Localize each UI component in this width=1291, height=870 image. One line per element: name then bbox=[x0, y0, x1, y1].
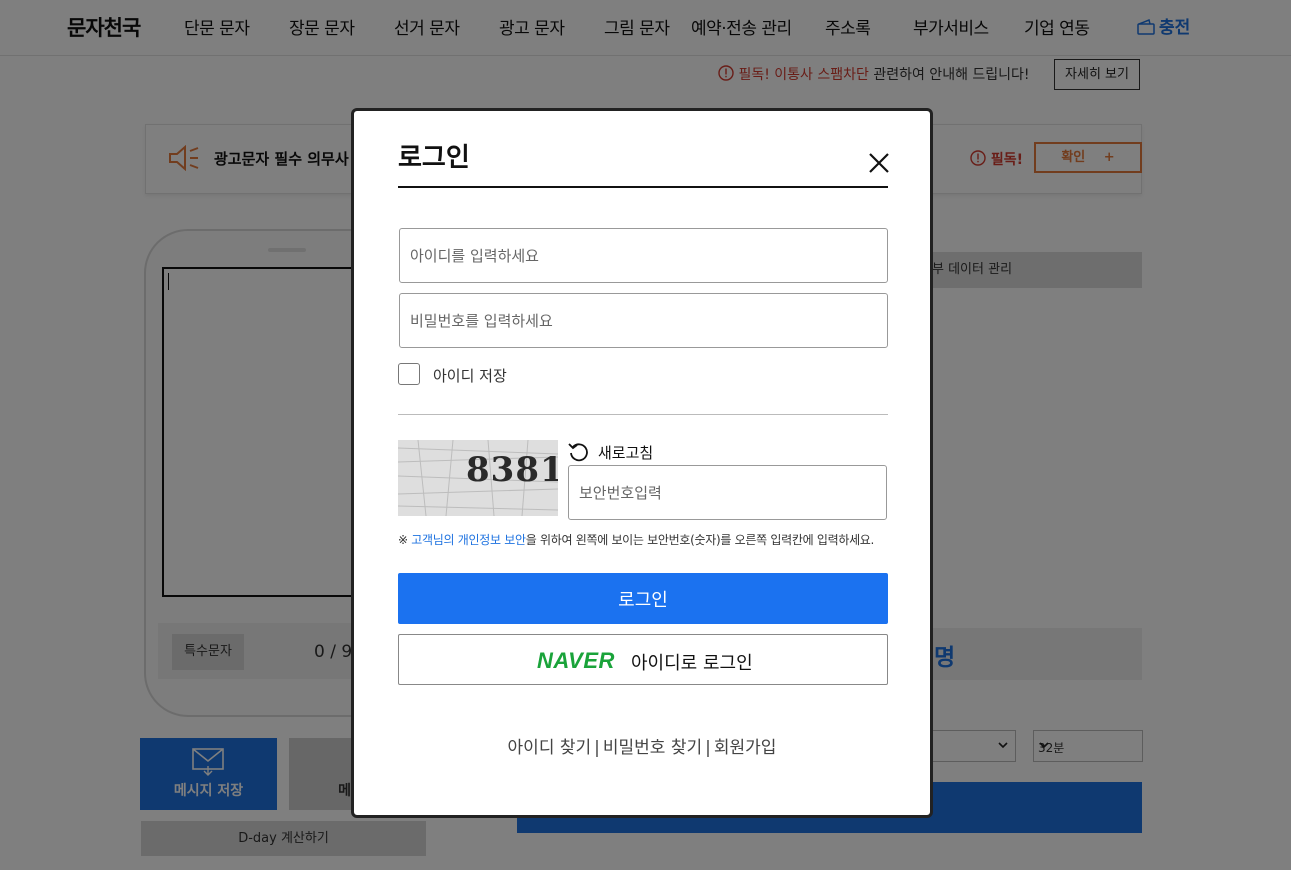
naver-login-label: 아이디로 로그인 bbox=[631, 653, 753, 674]
remember-id-checkbox[interactable] bbox=[398, 363, 420, 385]
section-divider bbox=[398, 414, 888, 415]
naver-logo: NAVER bbox=[537, 648, 615, 673]
link-separator: | bbox=[594, 738, 600, 758]
refresh-icon bbox=[568, 443, 588, 462]
refresh-label: 새로고침 bbox=[598, 444, 654, 462]
title-divider bbox=[398, 186, 888, 188]
captcha-code: 8381 bbox=[466, 450, 558, 490]
password-input[interactable] bbox=[399, 293, 888, 348]
account-links: 아이디 찾기 | 비밀번호 찾기 | 회원가입 bbox=[354, 733, 930, 758]
security-code-input[interactable] bbox=[568, 465, 887, 520]
find-id-link[interactable]: 아이디 찾기 bbox=[508, 738, 592, 758]
login-button[interactable]: 로그인 bbox=[398, 573, 888, 624]
security-note: ※ 고객님의 개인정보 보안을 위하여 왼쪽에 보이는 보안번호(숫자)를 오른… bbox=[398, 531, 874, 548]
link-separator: | bbox=[705, 738, 711, 758]
find-password-link[interactable]: 비밀번호 찾기 bbox=[603, 738, 702, 758]
note-text: 을 위하여 왼쪽에 보이는 보안번호(숫자)를 오른쪽 입력칸에 입력하세요. bbox=[525, 533, 875, 547]
note-prefix: ※ bbox=[398, 533, 412, 547]
captcha-image: 8381 bbox=[398, 440, 558, 516]
login-modal: 로그인 아이디 저장 8381 새로고침 ※ 고객님의 개인정보 보안을 위하여… bbox=[351, 108, 933, 818]
close-icon[interactable] bbox=[867, 151, 891, 175]
note-highlight: 고객님의 개인정보 보안 bbox=[411, 533, 526, 547]
user-id-input[interactable] bbox=[399, 228, 888, 283]
naver-login-button[interactable]: NAVER 아이디로 로그인 bbox=[398, 634, 888, 685]
modal-title: 로그인 bbox=[398, 143, 470, 173]
remember-id-label[interactable]: 아이디 저장 bbox=[433, 365, 507, 386]
signup-link[interactable]: 회원가입 bbox=[714, 738, 777, 758]
